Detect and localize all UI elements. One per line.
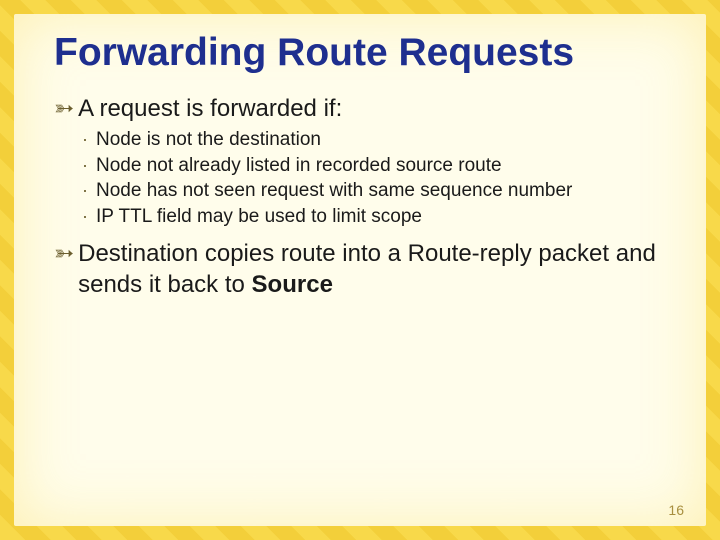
bullet-main-1-text: A request is forwarded if: (78, 93, 342, 124)
bullet-icon: ➳ (54, 239, 74, 270)
sub-bullet-text: Node is not the destination (96, 127, 686, 153)
sub-bullet-text: Node has not seen request with same sequ… (96, 178, 686, 204)
sub-bullet: · IP TTL field may be used to limit scop… (82, 204, 686, 230)
dot-icon: · (82, 127, 96, 151)
slide-title: Forwarding Route Requests (54, 32, 686, 75)
sub-bullet-text: IP TTL field may be used to limit scope (96, 204, 686, 230)
dot-icon: · (82, 153, 96, 177)
sub-bullet: · Node has not seen request with same se… (82, 178, 686, 204)
dot-icon: · (82, 204, 96, 228)
dot-icon: · (82, 178, 96, 202)
sub-bullet-list: · Node is not the destination · Node not… (82, 127, 686, 230)
sub-bullet: · Node not already listed in recorded so… (82, 153, 686, 179)
slide-inner: Forwarding Route Requests ➳ A request is… (14, 14, 706, 526)
bullet-main-2-text: Destination copies route into a Route-re… (78, 238, 686, 300)
page-number: 16 (668, 502, 684, 518)
sub-bullet: · Node is not the destination (82, 127, 686, 153)
bullet-main-2-bold: Source (252, 271, 333, 298)
bullet-main-2: ➳ Destination copies route into a Route-… (54, 238, 686, 300)
bullet-main-1: ➳ A request is forwarded if: (54, 93, 686, 125)
sub-bullet-text: Node not already listed in recorded sour… (96, 153, 686, 179)
bullet-icon: ➳ (54, 94, 74, 125)
bullet-main-2-pre: Destination copies route into a Route-re… (78, 240, 656, 298)
